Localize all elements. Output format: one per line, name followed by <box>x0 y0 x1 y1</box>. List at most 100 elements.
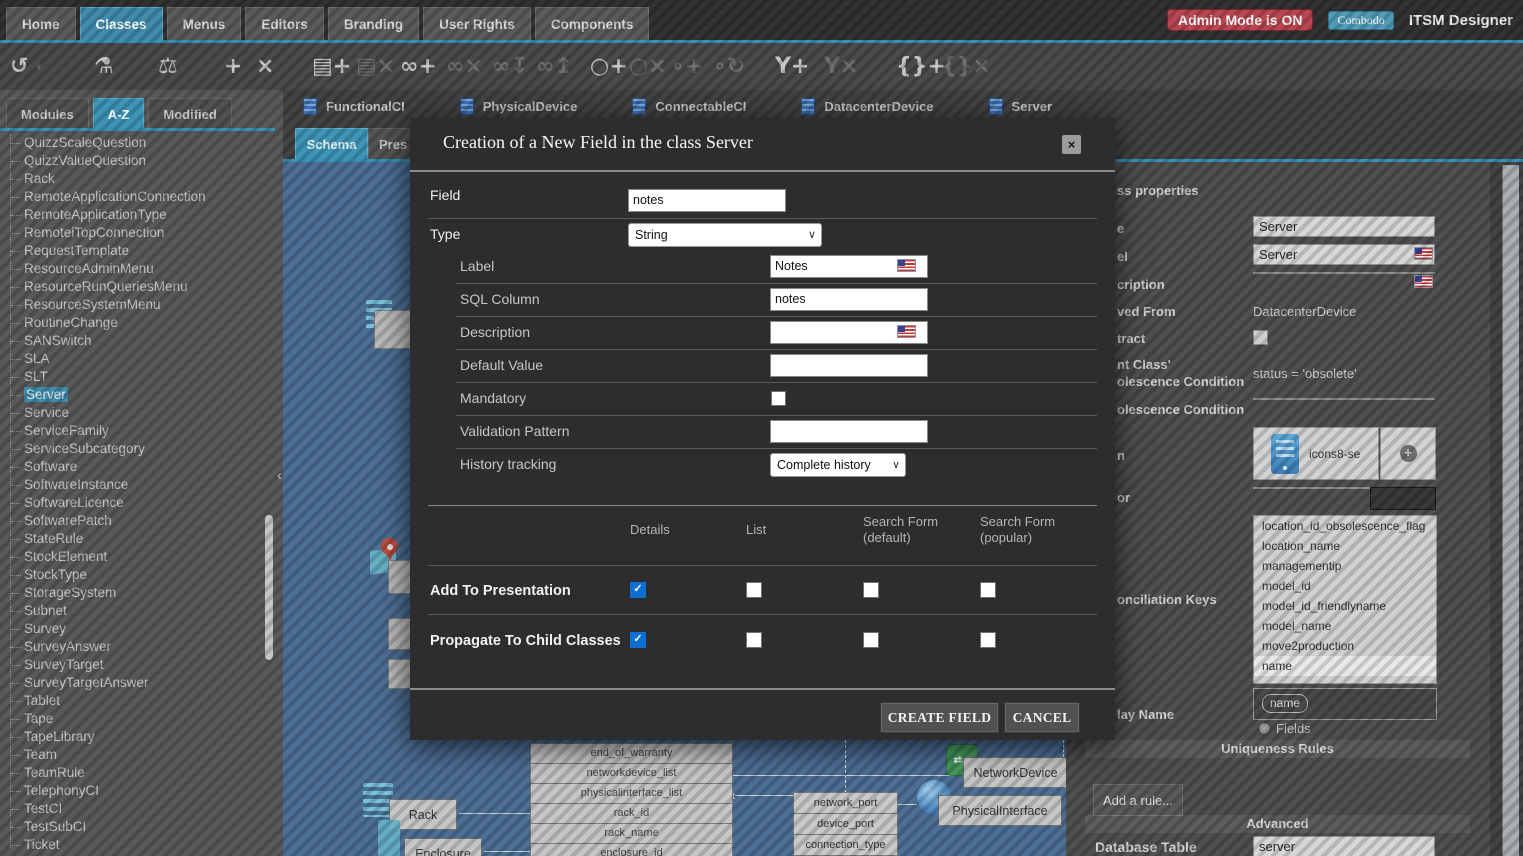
class-list-item[interactable]: RemoteiTopConnection <box>0 224 260 242</box>
class-list-item[interactable]: RoutineChange <box>0 314 260 332</box>
port-attribute-row[interactable]: connection_type <box>793 834 898 856</box>
mandatory-checkbox[interactable] <box>771 391 786 406</box>
class-list-item[interactable]: TelephonyCI <box>0 782 260 800</box>
class-list-item[interactable]: StockType <box>0 566 260 584</box>
class-list-item[interactable]: StockElement <box>0 548 260 566</box>
reconciliation-keys-list[interactable]: location_id_obsolescence_flaglocation_na… <box>1253 515 1437 684</box>
attribute-row[interactable]: rack_id <box>530 803 733 824</box>
class-list-item[interactable]: SoftwareInstance <box>0 476 260 494</box>
class-list-item[interactable]: TestSubCI <box>0 818 260 836</box>
class-tab[interactable]: PhysicalDevice <box>460 98 578 115</box>
add-to-presentation-details-checkbox[interactable] <box>630 582 646 598</box>
add-enum-icon[interactable]: ○+ <box>590 56 628 78</box>
nav-tab[interactable]: Home <box>6 7 76 40</box>
propagate-search-popular-checkbox[interactable] <box>980 632 996 648</box>
sidebar-tab[interactable]: A-Z <box>93 98 145 129</box>
add-to-presentation-search-default-checkbox[interactable] <box>863 582 879 598</box>
nav-tab[interactable]: Classes <box>80 7 163 40</box>
add-icon[interactable]: + <box>224 56 242 78</box>
remove-enum-icon[interactable]: ○× <box>629 56 667 78</box>
port-attribute-row[interactable]: device_port <box>793 813 898 835</box>
class-list-item[interactable]: ResourceRunQueriesMenu <box>0 278 260 296</box>
remove-relation-icon[interactable]: Y× <box>824 56 858 78</box>
class-list-item[interactable]: RemoteApplicationConnection <box>0 188 260 206</box>
node-network-device[interactable]: NetworkDevice <box>963 757 1066 788</box>
icon-add-button[interactable]: + <box>1380 427 1436 480</box>
attribute-row[interactable]: enclosure_id <box>530 843 733 856</box>
add-external-key-icon[interactable]: ∞↧ <box>492 56 529 78</box>
abstract-checkbox[interactable] <box>1253 330 1268 345</box>
remove-field-icon[interactable]: ▤× <box>356 56 395 78</box>
class-list-item[interactable]: ServiceSubcategory <box>0 440 260 458</box>
node-physical-interface[interactable]: PhysicalInterface <box>938 795 1062 826</box>
class-list-item[interactable]: QuizzValueQuestion <box>0 152 260 170</box>
name-input[interactable]: Server <box>1253 216 1435 237</box>
add-preset-icon[interactable]: {}+ <box>896 56 946 78</box>
history-tracking-select[interactable]: Complete history ∨ <box>770 453 906 477</box>
propagate-search-default-checkbox[interactable] <box>863 632 879 648</box>
attribute-row[interactable]: end_of_warranty <box>530 743 733 764</box>
class-list-item[interactable]: SurveyAnswer <box>0 638 260 656</box>
add-link-icon[interactable]: ∞+ <box>400 56 437 78</box>
class-list-item[interactable]: RemoteApplicationType <box>0 206 260 224</box>
create-field-button[interactable]: CREATE FIELD <box>880 702 999 733</box>
nav-tab[interactable]: Editors <box>245 7 324 40</box>
add-field-icon[interactable]: ▤+ <box>312 56 351 78</box>
compare-scales-icon[interactable]: ⚖ <box>158 56 178 78</box>
label-input[interactable]: Server <box>1253 244 1435 265</box>
display-name-chip[interactable]: name <box>1262 694 1308 713</box>
remove-external-key-icon[interactable]: ∞↥ <box>536 56 573 78</box>
page-scrollbar[interactable] <box>1502 165 1519 856</box>
nav-tab[interactable]: Menus <box>167 7 242 40</box>
propagate-details-checkbox[interactable] <box>630 632 646 648</box>
sidebar-tab[interactable]: Modified <box>148 98 231 129</box>
class-list-item[interactable]: SLT <box>0 368 260 386</box>
class-list-item[interactable]: TestCI <box>0 800 260 818</box>
remove-link-icon[interactable]: ∞× <box>446 56 483 78</box>
reconciliation-key-item[interactable]: location_id_obsolescence_flag <box>1254 516 1436 536</box>
class-tab[interactable]: FunctionalCI <box>303 98 405 115</box>
class-tab[interactable]: ConnectableCI <box>632 98 746 115</box>
class-list-item[interactable]: ServiceFamily <box>0 422 260 440</box>
attribute-row[interactable]: physicalinterface_list <box>530 783 733 804</box>
class-list-item[interactable]: SoftwareLicence <box>0 494 260 512</box>
sidebar-tab[interactable]: Modules <box>6 98 89 129</box>
reorder-enum-icon[interactable]: ∘↻ <box>713 56 745 78</box>
class-list-item[interactable]: Service <box>0 404 260 422</box>
cancel-button[interactable]: CANCEL <box>1004 702 1080 733</box>
add-relation-icon[interactable]: Y+ <box>775 56 809 78</box>
class-list-item[interactable]: Survey <box>0 620 260 638</box>
class-list-item[interactable]: Ticket <box>0 836 260 854</box>
class-tab[interactable]: Server <box>989 98 1052 115</box>
description-input[interactable] <box>1253 272 1435 274</box>
class-list-item[interactable]: Tape <box>0 710 260 728</box>
tab-schema[interactable]: Schema <box>295 128 368 160</box>
class-list-item[interactable]: QuizzScaleQuestion <box>0 134 260 152</box>
obsolescence-condition-input[interactable] <box>1253 398 1435 400</box>
sidebar-collapse-icon[interactable]: ‹ <box>277 468 282 483</box>
port-attribute-row[interactable]: network_port <box>793 792 898 814</box>
nav-tab[interactable]: User Rights <box>423 7 531 40</box>
icon-picker-button[interactable]: icons8-se <box>1253 427 1379 480</box>
add-to-presentation-search-popular-checkbox[interactable] <box>980 582 996 598</box>
class-list-item[interactable]: Rack <box>0 170 260 188</box>
reconciliation-key-item[interactable]: location_name <box>1254 536 1436 556</box>
class-list-item[interactable]: SLA <box>0 350 260 368</box>
undo-caret-icon[interactable]: ▾ <box>36 61 42 72</box>
reconciliation-key-item[interactable]: move2production <box>1254 636 1436 656</box>
diagram-node-partial[interactable] <box>374 310 412 349</box>
class-list-item[interactable]: TapeLibrary <box>0 728 260 746</box>
class-list-item[interactable]: Software <box>0 458 260 476</box>
reconciliation-key-item[interactable]: name <box>1254 656 1436 676</box>
color-input[interactable] <box>1253 487 1370 489</box>
display-name-box[interactable]: name <box>1253 688 1437 720</box>
attribute-row[interactable]: networkdevice_list <box>530 763 733 784</box>
fields-radio[interactable] <box>1258 722 1271 735</box>
combodo-badge[interactable]: Combodo <box>1328 11 1393 30</box>
undo-icon[interactable]: ↺ <box>10 56 28 78</box>
color-swatch[interactable] <box>1370 487 1436 510</box>
class-list-item[interactable]: RequestTemplate <box>0 242 260 260</box>
field-input[interactable]: notes <box>628 189 786 212</box>
add-rule-button[interactable]: Add a rule... <box>1093 784 1183 816</box>
reconciliation-key-item[interactable]: model_name <box>1254 616 1436 636</box>
